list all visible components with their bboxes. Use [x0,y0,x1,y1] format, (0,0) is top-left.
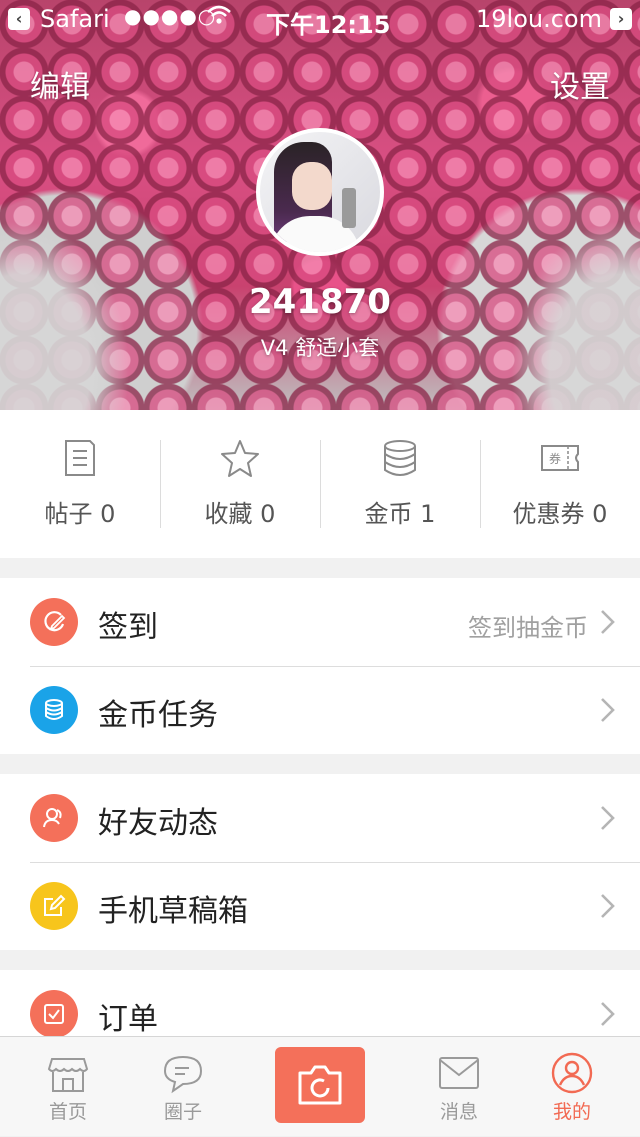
menu-item-label: 手机草稿箱 [98,894,248,929]
stat-coupons-label: 优惠券 0 [512,500,608,528]
menu-item-coin-tasks[interactable]: 金币任务 [0,666,640,754]
stat-favorites-label: 收藏 0 [204,500,276,528]
camera-button[interactable] [275,1047,365,1123]
forward-icon[interactable]: › [610,8,632,30]
wifi-icon [206,4,232,32]
menu-group-1: 签到 签到抽金币 金币任务 [0,578,640,754]
order-icon [30,990,78,1038]
chevron-right-icon [601,1002,615,1026]
edit-icon [30,882,78,930]
edit-button[interactable]: 编辑 [30,62,90,106]
stats-bar: 帖子 0 收藏 0 金币 1 券 优惠券 0 [0,410,640,558]
posts-icon [65,440,95,476]
stat-posts[interactable]: 帖子 0 [0,410,160,558]
menu-item-label: 金币任务 [98,698,218,733]
user-level: V4 舒适小套 [260,336,380,360]
friends-icon [30,794,78,842]
coupon-icon: 券 [541,445,579,471]
tab-messages-label: 消息 [439,1101,478,1123]
star-icon [221,440,259,477]
tab-circle[interactable]: 圈子 [133,1037,233,1137]
checkin-icon [30,598,78,646]
tab-bar: 首页 圈子 消息 我的 [0,1036,640,1136]
tab-mine-label: 我的 [552,1101,591,1123]
username: 241870 [249,282,391,322]
menu-item-label: 签到 [98,610,158,645]
chevron-right-icon [601,806,615,830]
chevron-right-icon [601,610,615,634]
back-to-app-icon[interactable]: ‹ [8,8,30,30]
status-time: 下午12:15 [266,11,391,39]
back-app-label[interactable]: Safari [40,5,110,33]
menu-item-drafts[interactable]: 手机草稿箱 [0,862,640,950]
avatar[interactable] [256,128,384,256]
coins-icon [384,440,416,476]
camera-icon [298,1065,342,1105]
signal-icon: ●●●●○ [124,4,217,28]
menu-item-friends-feed[interactable]: 好友动态 [0,774,640,862]
profile-header: ‹ Safari ●●●●○ 下午12:15 19lou.com › 编辑 设置… [0,0,640,410]
menu-group-2: 好友动态 手机草稿箱 [0,774,640,950]
status-bar: ‹ Safari ●●●●○ 下午12:15 19lou.com › [0,0,640,40]
tab-circle-label: 圈子 [163,1101,202,1123]
tab-home[interactable]: 首页 [18,1037,118,1137]
checkin-hint: 签到抽金币 [468,614,588,642]
tab-messages[interactable]: 消息 [409,1037,509,1137]
settings-button[interactable]: 设置 [550,62,610,106]
chat-bubble-icon [163,1055,203,1094]
stat-coins[interactable]: 金币 1 [320,410,480,558]
stat-coins-label: 金币 1 [364,500,436,528]
tab-mine[interactable]: 我的 [522,1037,622,1137]
user-icon [551,1052,593,1094]
chevron-right-icon [601,698,615,722]
stat-posts-label: 帖子 0 [44,500,116,528]
tab-home-label: 首页 [48,1101,87,1123]
coupon-icon-text: 券 [549,451,561,466]
stat-coupons[interactable]: 券 优惠券 0 [480,410,640,558]
menu-item-checkin[interactable]: 签到 签到抽金币 [0,578,640,666]
mail-icon [439,1057,479,1089]
coins-icon [30,686,78,734]
menu-item-label: 订单 [98,1002,158,1037]
stat-favorites[interactable]: 收藏 0 [160,410,320,558]
status-site: 19lou.com [476,5,602,33]
menu-item-label: 好友动态 [98,806,218,841]
home-icon [47,1058,89,1092]
chevron-right-icon [601,894,615,918]
